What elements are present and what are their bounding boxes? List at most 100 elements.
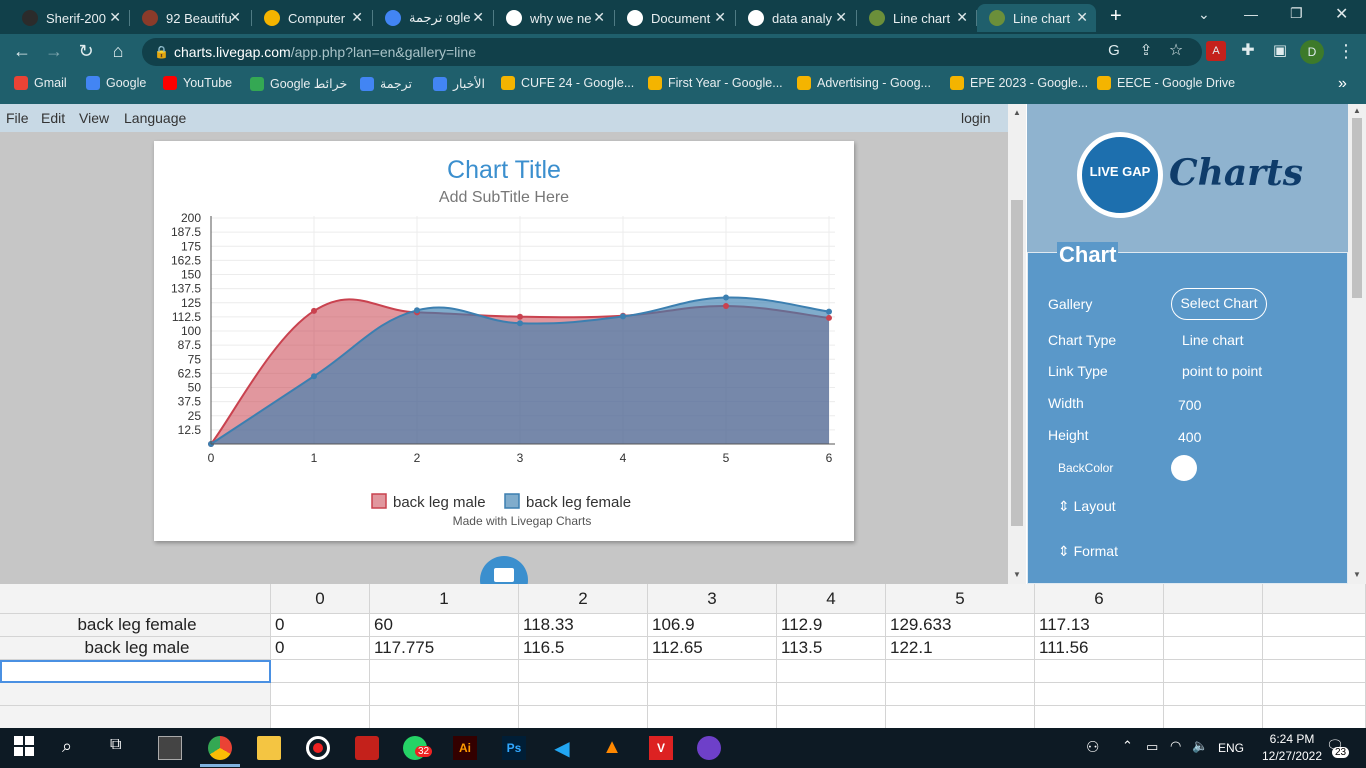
table-cell[interactable]: 60	[370, 614, 519, 637]
column-header[interactable]	[0, 584, 271, 614]
data-point[interactable]	[826, 314, 832, 321]
task-view-icon[interactable]: ⧉	[110, 736, 134, 760]
panel-scrollbar[interactable]: ▲ ▼	[1348, 104, 1366, 584]
tab-close-icon[interactable]: ✕	[714, 9, 726, 26]
home-icon[interactable]: ⌂	[106, 40, 130, 64]
scroll-down-icon[interactable]: ▼	[1353, 570, 1361, 579]
tray-chevron-icon[interactable]: ⌃	[1122, 738, 1133, 754]
table-cell[interactable]	[886, 706, 1035, 728]
height-input[interactable]: 400	[1178, 429, 1201, 445]
tab-close-icon[interactable]: ✕	[351, 9, 363, 26]
volume-icon[interactable]: 🔈	[1192, 738, 1208, 754]
tab-close-icon[interactable]: ✕	[109, 9, 121, 26]
column-header[interactable]: 5	[886, 584, 1035, 614]
table-cell[interactable]	[370, 660, 519, 683]
bookmark-item[interactable]: EPE 2023 - Google...	[950, 76, 1088, 90]
bookmark-item[interactable]: YouTube	[163, 76, 232, 90]
table-cell[interactable]	[519, 660, 648, 683]
bookmark-item[interactable]: ترجمة	[360, 76, 412, 91]
table-cell[interactable]	[777, 660, 886, 683]
profile-avatar[interactable]: D	[1300, 40, 1324, 64]
table-cell[interactable]	[1035, 683, 1164, 706]
bookmark-item[interactable]: Advertising - Goog...	[797, 76, 931, 90]
wifi-icon[interactable]: ◠	[1170, 738, 1181, 754]
table-cell[interactable]	[1263, 683, 1366, 706]
table-cell[interactable]	[777, 706, 886, 728]
table-cell[interactable]	[1263, 706, 1366, 728]
forward-icon[interactable]: →	[42, 40, 66, 64]
legend-swatch[interactable]	[504, 493, 520, 509]
table-cell[interactable]	[271, 683, 370, 706]
tab-close-icon[interactable]: ✕	[472, 9, 484, 26]
google-lens-icon[interactable]: G	[1102, 40, 1126, 64]
bookmark-item[interactable]: Gmail	[14, 76, 67, 90]
data-point[interactable]	[311, 307, 317, 314]
column-header[interactable]: 0	[271, 584, 370, 614]
menu-view[interactable]: Language	[124, 110, 186, 126]
livegap-logo[interactable]: LIVE GAP Charts	[1069, 128, 1319, 228]
browser-tab[interactable]: 92 Beautifu ✕	[130, 4, 249, 32]
table-cell[interactable]	[0, 706, 271, 728]
table-cell[interactable]	[0, 683, 271, 706]
table-cell[interactable]	[1164, 637, 1263, 660]
chart-title[interactable]: Chart Title	[447, 156, 561, 184]
menu-icon[interactable]: ⋮	[1334, 40, 1358, 64]
record-icon[interactable]	[306, 736, 330, 760]
new-tab-button[interactable]: +	[1110, 5, 1122, 28]
people-icon[interactable]: ⚇	[1086, 738, 1099, 756]
table-cell[interactable]	[886, 683, 1035, 706]
column-header[interactable]	[1263, 584, 1366, 614]
table-cell[interactable]: 116.5	[519, 637, 648, 660]
search-icon[interactable]: ⌕	[62, 736, 86, 760]
canvas-scrollbar-thumb[interactable]	[1011, 200, 1023, 526]
table-cell[interactable]	[370, 683, 519, 706]
browser-tab[interactable]: why we ne ✕	[494, 4, 613, 32]
table-cell[interactable]: 112.65	[648, 637, 777, 660]
menu-file[interactable]: File	[6, 110, 29, 126]
table-cell[interactable]	[886, 660, 1035, 683]
browser-tab[interactable]: Sherif-200 ✕	[10, 4, 129, 32]
table-cell[interactable]	[1164, 706, 1263, 728]
table-cell[interactable]	[1164, 683, 1263, 706]
table-cell[interactable]	[1035, 706, 1164, 728]
pdf-extension-icon[interactable]: A	[1206, 41, 1226, 61]
vlc-icon[interactable]: ▲	[600, 736, 624, 760]
scroll-up-icon[interactable]: ▲	[1013, 108, 1021, 117]
reload-icon[interactable]: ↻	[74, 40, 98, 64]
table-cell[interactable]	[648, 706, 777, 728]
table-cell[interactable]	[0, 660, 271, 683]
legend-label[interactable]: back leg male	[393, 494, 486, 511]
restore-icon[interactable]: ❐	[1290, 5, 1303, 22]
bookmarks-more-icon[interactable]: »	[1338, 75, 1347, 93]
table-cell[interactable]	[271, 660, 370, 683]
browser-tab[interactable]: Line chart ✕	[977, 4, 1096, 32]
table-cell[interactable]: 0	[271, 614, 370, 637]
table-cell[interactable]	[1263, 637, 1366, 660]
login-link[interactable]: login	[961, 110, 991, 126]
chart-legend[interactable]: back leg male back leg female	[371, 493, 631, 511]
column-header[interactable]	[1164, 584, 1263, 614]
minimize-icon[interactable]: —	[1244, 6, 1258, 22]
browser-tab[interactable]: data analy ✕	[736, 4, 855, 32]
table-cell[interactable]: 0	[271, 637, 370, 660]
column-header[interactable]: 1	[370, 584, 519, 614]
chart-type-value[interactable]: Line chart	[1182, 332, 1243, 348]
table-cell[interactable]	[271, 706, 370, 728]
canvas-scrollbar[interactable]: ▲ ▼	[1008, 104, 1026, 584]
legend-label[interactable]: back leg female	[526, 494, 631, 511]
menu-edit[interactable]: Edit	[41, 110, 65, 126]
bookmark-item[interactable]: CUFE 24 - Google...	[501, 76, 634, 90]
battery-icon[interactable]: ▭	[1146, 739, 1158, 755]
app-v-icon[interactable]: V	[649, 736, 673, 760]
format-toggle[interactable]: ⇕ Format	[1058, 543, 1118, 560]
bookmark-item[interactable]: EECE - Google Drive	[1097, 76, 1235, 90]
link-type-value[interactable]: point to point	[1182, 363, 1262, 379]
bookmark-star-icon[interactable]: ☆	[1164, 40, 1188, 64]
table-cell[interactable]	[648, 660, 777, 683]
data-point[interactable]	[723, 294, 729, 301]
browser-tab[interactable]: Line chart ✕	[857, 4, 976, 32]
table-cell[interactable]: 113.5	[777, 637, 886, 660]
backcolor-swatch[interactable]	[1171, 455, 1197, 481]
table-cell[interactable]: 111.56	[1035, 637, 1164, 660]
extensions-icon[interactable]: ✚	[1236, 40, 1260, 64]
